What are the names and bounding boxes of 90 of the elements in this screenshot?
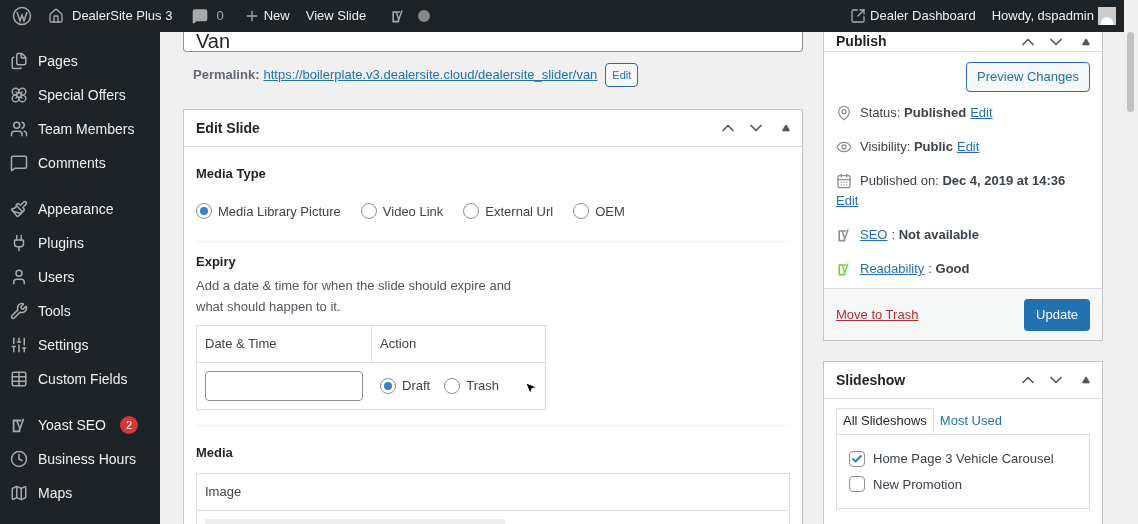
- sidebar-item[interactable]: Yoast SEO 2: [0, 408, 160, 442]
- category-tab[interactable]: All Slideshows: [836, 408, 934, 434]
- check-icon: [851, 452, 863, 465]
- paintbrush-icon: [10, 200, 28, 218]
- calendar-icon: [836, 173, 852, 189]
- sidebar-item[interactable]: Comments: [0, 146, 160, 180]
- panel-title: Edit Slide: [196, 118, 261, 138]
- column-header: Action: [379, 334, 418, 353]
- sidebar-item[interactable]: Settings: [0, 328, 160, 362]
- move-to-trash-link[interactable]: Move to Trash: [836, 304, 919, 325]
- sliders-icon: [10, 336, 28, 354]
- yoast-link[interactable]: SEO: [860, 226, 888, 244]
- radio-label: OEM: [595, 202, 625, 221]
- edit-permalink-button[interactable]: Edit: [605, 63, 639, 87]
- dealer-dashboard-link[interactable]: Dealer Dashboard: [870, 6, 976, 26]
- radio-label: Trash: [466, 376, 499, 395]
- category-tab[interactable]: Most Used: [933, 408, 1008, 434]
- sidebar-item[interactable]: Pages: [0, 44, 160, 78]
- panel-title: Publish: [836, 32, 888, 51]
- radio-label: External Url: [485, 202, 554, 221]
- view-slide-link[interactable]: View Slide: [305, 6, 367, 26]
- flower-icon: [10, 86, 28, 104]
- radio-button[interactable]: [380, 377, 396, 394]
- section-label: Expiry: [196, 253, 237, 271]
- speech-bubble-icon: [10, 154, 28, 172]
- edit-link[interactable]: Edit: [956, 138, 980, 156]
- collapse-icon[interactable]: [1082, 37, 1090, 46]
- radio-button[interactable]: [463, 203, 480, 220]
- comment-icon: [192, 8, 209, 24]
- edit-link[interactable]: Edit: [970, 104, 993, 122]
- files-icon: [10, 52, 28, 70]
- collapse-icon[interactable]: [1082, 376, 1090, 384]
- sidebar-item[interactable]: Team Members: [0, 112, 160, 146]
- yoast-icon: [836, 227, 852, 243]
- clock-icon: [10, 450, 28, 468]
- pin-icon: [836, 105, 852, 121]
- checkbox[interactable]: [849, 450, 865, 467]
- date-time-field[interactable]: [205, 370, 363, 401]
- sidebar-item[interactable]: Plugins: [0, 226, 160, 260]
- site-name-link[interactable]: DealerSite Plus 3: [72, 6, 173, 26]
- radio-button[interactable]: [444, 377, 461, 394]
- external-link-icon: [850, 8, 867, 24]
- radio-button[interactable]: [360, 203, 377, 220]
- sidebar-item[interactable]: Appearance: [0, 192, 160, 226]
- permalink-link[interactable]: https://boilerplate.v3.dealersite.cloud/dealersite_slider/van: [263, 65, 598, 85]
- radio-button[interactable]: [573, 203, 590, 220]
- wordpress-logo-icon[interactable]: [12, 6, 32, 26]
- publish-status-text: Visibility: Public: [860, 138, 953, 156]
- collapse-icon[interactable]: [782, 124, 790, 132]
- home-icon: [48, 8, 64, 24]
- radio-label: Video Link: [382, 202, 444, 221]
- sidebar-item[interactable]: Special Offers: [0, 78, 160, 112]
- radio-button[interactable]: [196, 203, 212, 220]
- checkbox-label: Home Page 3 Vehicle Carousel: [873, 450, 1054, 468]
- yoast-icon: [836, 261, 852, 277]
- title-field[interactable]: Van: [183, 32, 803, 52]
- section-label: Media: [196, 443, 234, 462]
- section-label: Media Type: [196, 165, 267, 183]
- radio-label: Draft: [402, 376, 431, 395]
- section-description: Add a date & time for when the slide should expire and what should happen to it.: [196, 276, 513, 316]
- comment-count[interactable]: 0: [216, 6, 224, 26]
- person-icon: [10, 268, 28, 286]
- greeting-link[interactable]: Howdy, dspadmin: [991, 6, 1094, 26]
- update-button[interactable]: Update: [1024, 298, 1090, 331]
- radio-label: Media Library Picture: [218, 202, 341, 221]
- sidebar-item[interactable]: Maps: [0, 476, 160, 510]
- table-icon: [10, 370, 28, 388]
- count-badge: 2: [120, 416, 138, 434]
- eye-icon: [836, 139, 852, 155]
- column-header: Date & Time: [197, 325, 372, 362]
- checkbox[interactable]: [849, 476, 865, 493]
- sidebar-item[interactable]: Users: [0, 260, 160, 294]
- checkbox-label: New Promotion: [873, 475, 962, 494]
- edit-link[interactable]: Edit: [836, 192, 1062, 210]
- publish-status-text: Published on: Dec 4, 2019 at 14:36: [860, 172, 1066, 190]
- column-header: Image: [205, 483, 242, 502]
- permalink-label: Permalink:: [193, 66, 260, 85]
- yoast-link[interactable]: Readability: [860, 260, 925, 278]
- people-icon: [10, 120, 28, 138]
- sidebar-item[interactable]: Custom Fields: [0, 362, 160, 396]
- map-icon: [10, 484, 28, 502]
- sidebar-item[interactable]: Tools: [0, 294, 160, 328]
- preview-changes-button[interactable]: Preview Changes: [966, 62, 1090, 92]
- sidebar-item[interactable]: Business Hours: [0, 442, 160, 476]
- new-link[interactable]: New: [263, 6, 290, 26]
- wrench-icon: [10, 302, 28, 320]
- panel-title: Slideshow: [836, 370, 907, 390]
- publish-status-text: : Not available: [891, 226, 979, 244]
- publish-status-text: Status: Published: [860, 104, 967, 122]
- publish-status-text: : Good: [928, 260, 970, 278]
